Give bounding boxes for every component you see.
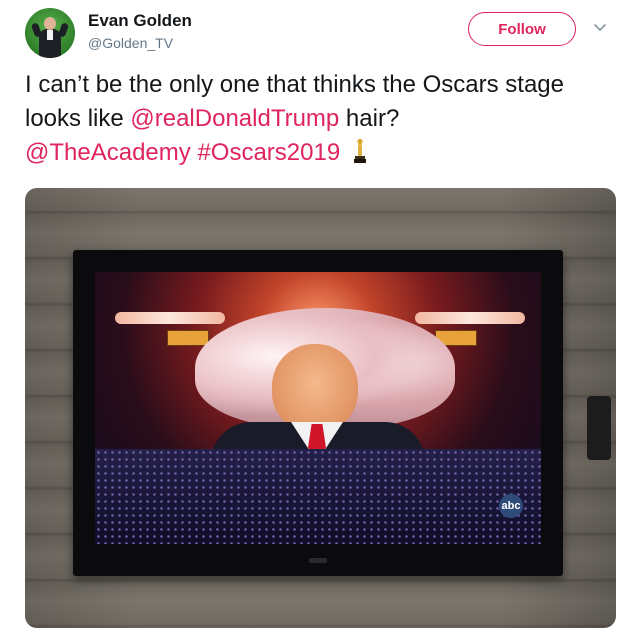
chevron-down-icon[interactable] [592, 19, 608, 35]
user-handle[interactable]: @Golden_TV [88, 35, 173, 51]
follow-button[interactable]: Follow [468, 12, 576, 46]
hashtag-link[interactable]: #Oscars2019 [197, 139, 340, 166]
stage-sign [167, 330, 209, 346]
tweet-text-part: hair? [339, 105, 400, 132]
mention-link[interactable]: @TheAcademy [25, 139, 191, 166]
mention-link[interactable]: @realDonaldTrump [130, 105, 339, 132]
tv-screen: abc [95, 272, 541, 544]
stage-light [115, 312, 225, 324]
stage-light [415, 312, 525, 324]
tweet-text: I can’t be the only one that thinks the … [25, 68, 625, 170]
network-logo: abc [499, 494, 523, 518]
display-name[interactable]: Evan Golden [88, 11, 192, 31]
audience [95, 449, 541, 544]
face-overlay [272, 344, 358, 432]
avatar[interactable] [25, 8, 75, 58]
tweet-photo[interactable]: abc [25, 188, 616, 628]
trophy-icon [353, 138, 366, 163]
tv-brand-logo [309, 558, 327, 563]
wall-speaker [587, 396, 611, 460]
